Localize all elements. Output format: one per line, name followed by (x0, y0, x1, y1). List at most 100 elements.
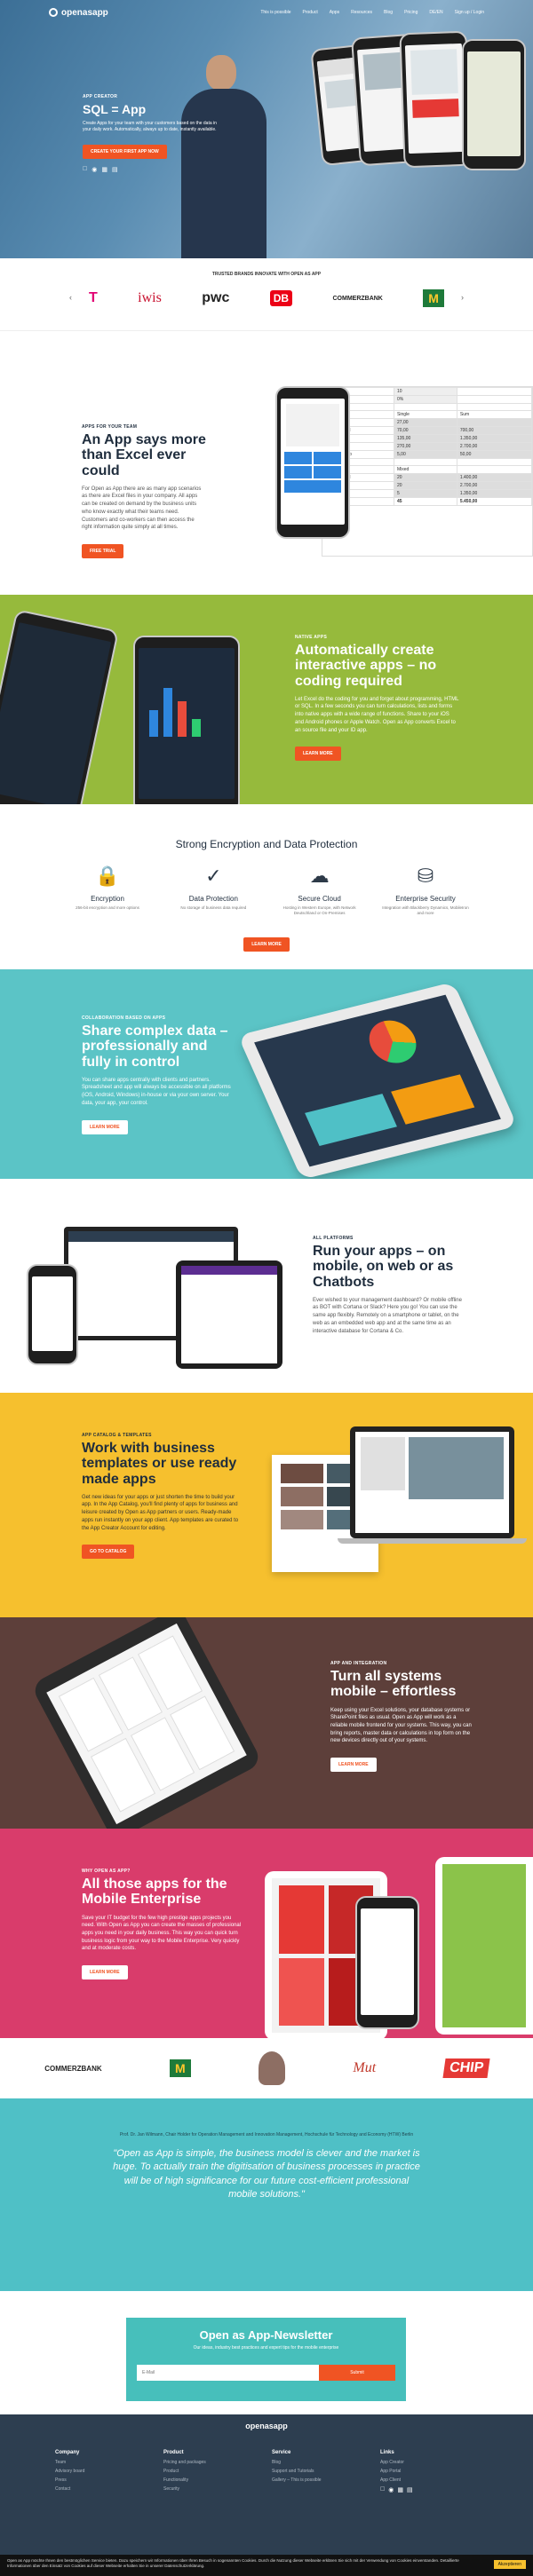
phone-mockup (462, 39, 526, 170)
nav-item[interactable]: Product (303, 10, 318, 15)
brand-logos: T iwis pwc DB COMMERZBANK M (89, 289, 444, 307)
complex-title: Share complex data – professionally and … (82, 1023, 228, 1070)
hero-section: openasapp This is possible Product Apps … (0, 0, 533, 258)
integration-section: APP AND INTEGRATION Turn all systems mob… (0, 1617, 533, 1829)
footer-link[interactable]: App Creator (380, 2460, 478, 2465)
security-learn-more-button[interactable]: LEARN MORE (243, 937, 290, 952)
footer-link[interactable]: Press (55, 2477, 153, 2483)
testimonial-quote: "Open as App is simple, the business mod… (113, 2148, 420, 2201)
newsletter-title: Open as App-Newsletter (199, 2328, 333, 2342)
footer-col-company: Company Team Advisory board Press Contac… (55, 2450, 153, 2495)
interactive-copy: NATIVE APPS Automatically create interac… (295, 635, 459, 762)
partner-logo-commerzbank: COMMERZBANK (44, 2064, 102, 2073)
integration-text: Keep using your Excel solutions, your da… (330, 1707, 472, 1744)
go-to-catalog-button[interactable]: GO TO CATALOG (82, 1545, 135, 1560)
integration-title: Turn all systems mobile – effortless (330, 1669, 457, 1700)
footer-link[interactable]: Contact (55, 2486, 153, 2492)
partner-logo-chip: CHIP (442, 2058, 490, 2078)
apple-icon[interactable]:  (380, 2486, 385, 2493)
footer-col-service: Service Blog Support and Tutorials Galle… (272, 2450, 370, 2495)
brand-logo-pwc: pwc (202, 290, 230, 305)
footer-link[interactable]: Advisory board (55, 2469, 153, 2474)
footer-link[interactable]: App Portal (380, 2469, 478, 2474)
integration-eyebrow: APP AND INTEGRATION (330, 1661, 387, 1666)
footer-link[interactable]: Pricing and packages (163, 2460, 261, 2465)
hero-eyebrow: APP CREATOR (83, 94, 118, 99)
logo-icon (49, 8, 58, 17)
footer-link[interactable]: App Client (380, 2477, 478, 2483)
nav-item[interactable]: Blog (384, 10, 393, 15)
mobile-text: Save your IT budget for the few high pre… (82, 1915, 242, 1952)
nav-item-language[interactable]: DE/EN (429, 10, 442, 15)
free-trial-button[interactable]: FREE TRIAL (82, 543, 124, 558)
person-photo (259, 2051, 286, 2085)
newsletter-form: Submit (126, 2365, 406, 2381)
main-menu: This is possible Product Apps Resources … (260, 10, 484, 15)
feature-enterprise-security: ⛁ Enterprise Security Integration with B… (382, 865, 469, 916)
run-eyebrow: ALL PLATFORMS (313, 1236, 354, 1241)
integration-learn-more-button[interactable]: LEARN MORE (330, 1757, 377, 1772)
partner-logo-mcdonalds: M (170, 2059, 191, 2077)
brand-logo-commerzbank: COMMERZBANK (332, 295, 383, 302)
tablet-mockup (176, 1260, 282, 1369)
integration-copy: APP AND INTEGRATION Turn all systems mob… (330, 1661, 473, 1772)
footer: openasapp Company Team Advisory board Pr… (0, 2414, 533, 2576)
feature-encryption: 🔒 Encryption 256-bit encryption and more… (76, 865, 139, 910)
mobile-enterprise-section: WHY OPEN AS APP? All those apps for the … (0, 1829, 533, 2038)
newsletter-section: Open as App-Newsletter Our ideas, indust… (0, 2291, 533, 2414)
brands-section: TRUSTED BRANDS INNOVATE WITH OPEN AS APP… (0, 258, 533, 331)
interactive-text: Let Excel do the coding for you and forg… (295, 696, 459, 733)
brand-logo-iwis: iwis (138, 290, 162, 305)
footer-link[interactable]: Team (55, 2460, 153, 2465)
web-icon: ▤ (107, 166, 118, 173)
feature-secure-cloud: ☁ Secure Cloud Hosting in Western Europe… (282, 865, 356, 916)
email-field[interactable] (137, 2365, 319, 2381)
footer-link[interactable]: Product (163, 2469, 261, 2474)
android-icon: ◉ (87, 166, 97, 173)
create-app-button[interactable]: CREATE YOUR FIRST APP NOW (83, 144, 167, 159)
templates-section: APP CATALOG & TEMPLATES Work with busine… (0, 1393, 533, 1617)
security-title: Strong Encryption and Data Protection (175, 838, 358, 850)
tablet-mockup (237, 982, 518, 1179)
android-icon[interactable]: ◉ (388, 2486, 394, 2493)
excel-text: For Open as App there are as many app sc… (82, 486, 202, 531)
nav-item[interactable]: Pricing (404, 10, 418, 15)
phone-mockup (0, 609, 119, 804)
footer-link[interactable]: Blog (272, 2460, 370, 2465)
nav-item[interactable]: Apps (330, 10, 339, 15)
run-copy: ALL PLATFORMS Run your apps – on mobile,… (313, 1236, 464, 1335)
run-text: Ever wished to your management dashboard… (313, 1297, 462, 1334)
nav-item-login[interactable]: Sign up / Login (455, 10, 484, 15)
nav-item[interactable]: This is possible (260, 10, 290, 15)
phone-mockup (133, 636, 240, 804)
brand-logo-mcdonalds: M (423, 289, 444, 307)
nav-item[interactable]: Resources (351, 10, 372, 15)
newsletter-box: Open as App-Newsletter Our ideas, indust… (126, 2318, 406, 2401)
platform-icons:  ◉ ▦ ▤ (83, 166, 225, 173)
apple-icon:  (83, 166, 87, 173)
footer-link[interactable]: Gallery – This is possible (272, 2477, 370, 2483)
web-icon[interactable]: ▤ (407, 2486, 413, 2493)
logo[interactable]: openasapp (49, 8, 108, 18)
windows-icon[interactable]: ▦ (397, 2486, 403, 2493)
feature-data-protection: ✓ Data Protection No storage of business… (180, 865, 247, 910)
footer-link[interactable]: Functionality (163, 2477, 261, 2483)
run-title: Run your apps – on mobile, on web or as … (313, 1244, 454, 1290)
excel-sheet: Userzahl10 Rabatt0% SingleSum Group27,00… (322, 386, 533, 557)
accept-cookies-button[interactable]: Akzeptieren (493, 2560, 526, 2569)
footer-link[interactable]: Security (163, 2486, 261, 2492)
interactive-learn-more-button[interactable]: LEARN MORE (295, 747, 341, 762)
footer-link[interactable]: Support and Tutorials (272, 2469, 370, 2474)
lock-icon: 🔒 (95, 865, 120, 887)
security-section: Strong Encryption and Data Protection 🔒 … (0, 804, 533, 969)
submit-button[interactable]: Submit (319, 2365, 395, 2381)
mobile-eyebrow: WHY OPEN AS APP? (82, 1869, 131, 1874)
cookie-banner: Open as App möchte Ihnen den bestmöglich… (0, 2555, 533, 2576)
carousel-next-icon[interactable]: › (461, 293, 464, 302)
run-apps-section: ALL PLATFORMS Run your apps – on mobile,… (0, 1179, 533, 1393)
brands-caption: TRUSTED BRANDS INNOVATE WITH OPEN AS APP (211, 272, 322, 277)
complex-learn-more-button[interactable]: LEARN MORE (82, 1119, 128, 1134)
carousel-prev-icon[interactable]: ‹ (69, 293, 72, 302)
mobile-learn-more-button[interactable]: LEARN MORE (82, 1964, 128, 1979)
footer-logo[interactable]: openasapp (0, 2422, 533, 2430)
